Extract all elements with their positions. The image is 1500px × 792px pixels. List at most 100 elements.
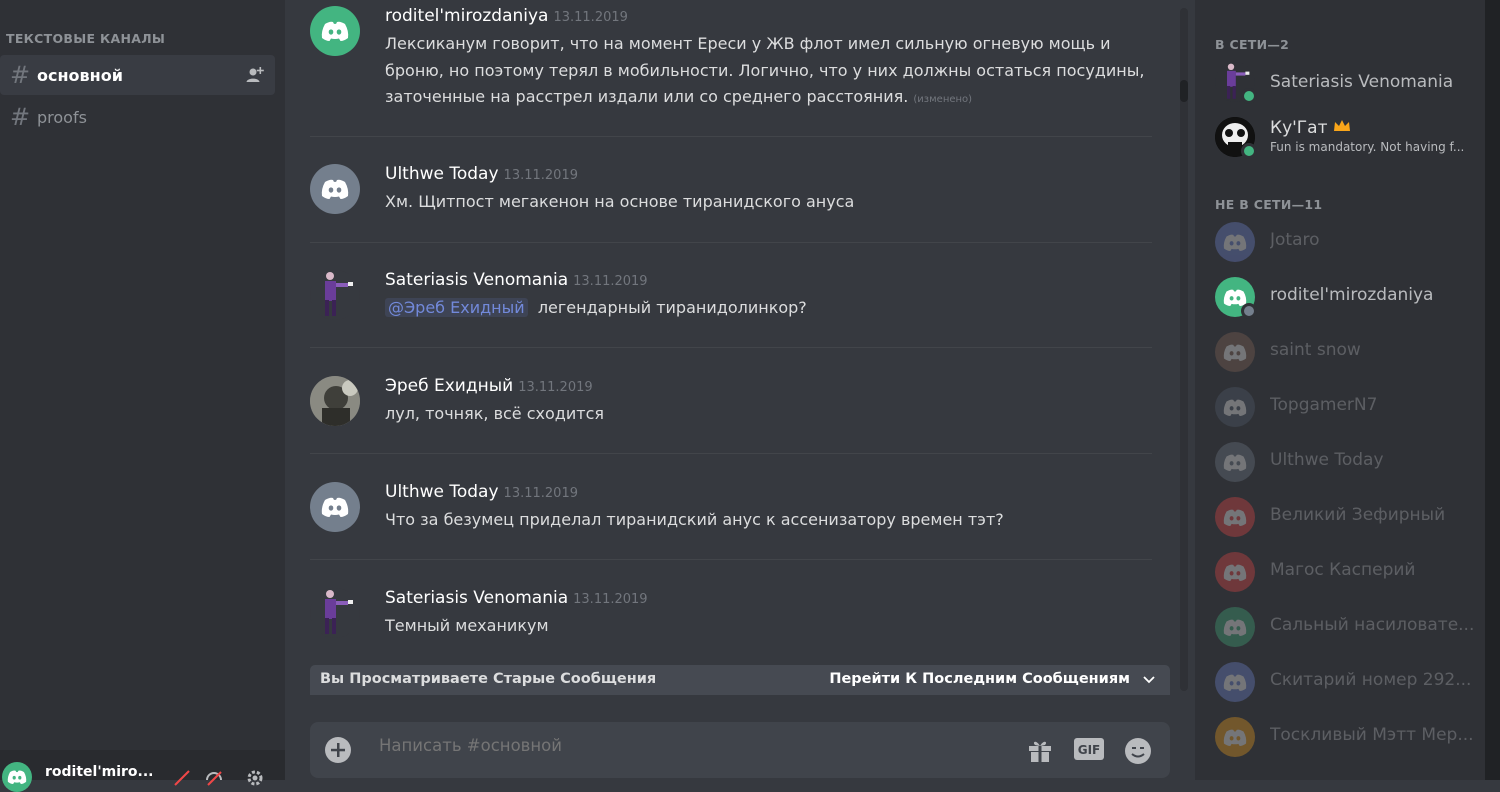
deafen-headphones-icon[interactable] bbox=[204, 768, 224, 788]
message-timestamp: 13.11.2019 bbox=[553, 10, 628, 25]
attach-plus-button[interactable] bbox=[325, 737, 351, 763]
message-divider bbox=[310, 453, 1152, 454]
offline-header: НЕ В СЕТИ—11 bbox=[1215, 197, 1323, 212]
message-text: Что за безумец приделал тиранидский анус… bbox=[385, 510, 1004, 529]
gif-icon[interactable]: GIF bbox=[1074, 738, 1104, 760]
channel-item-main[interactable]: # основной bbox=[0, 55, 275, 95]
crown-icon bbox=[1333, 120, 1350, 131]
user-avatar[interactable] bbox=[310, 376, 360, 426]
message-composer[interactable]: GIF bbox=[310, 722, 1170, 778]
user-name: roditel'miro... bbox=[45, 764, 154, 780]
character-avatar-icon bbox=[325, 590, 353, 634]
member-avatar bbox=[1215, 222, 1255, 262]
message-author[interactable]: Ulthwe Today bbox=[385, 482, 499, 502]
member-name: Ulthwe Today bbox=[1270, 450, 1384, 470]
user-panel: roditel'miro... bbox=[0, 750, 285, 792]
message-text: легендарный тиранидолинкор? bbox=[537, 298, 807, 317]
message-author[interactable]: Ulthwe Today bbox=[385, 164, 499, 184]
message-divider bbox=[310, 559, 1152, 560]
discord-logo-icon bbox=[1223, 454, 1247, 471]
member-name-row: Ку'Гат bbox=[1270, 118, 1351, 138]
member-avatar bbox=[1215, 607, 1255, 647]
message-divider bbox=[310, 242, 1152, 243]
member-item[interactable]: Ку'Гат Fun is mandatory. Not having f... bbox=[1215, 115, 1480, 159]
hash-icon: # bbox=[9, 61, 31, 89]
message-input[interactable] bbox=[379, 736, 979, 755]
photo-avatar-icon bbox=[310, 376, 360, 426]
gift-icon[interactable] bbox=[1026, 737, 1054, 763]
member-name: Скитарий номер 292... bbox=[1270, 670, 1472, 690]
member-list: В СЕТИ—2 Sateriasis Venomania Ку'Гат Fun… bbox=[1195, 0, 1485, 780]
user-avatar[interactable] bbox=[310, 164, 360, 214]
online-status-icon bbox=[1241, 143, 1257, 159]
member-item[interactable]: Тоскливый Мэтт Мер... bbox=[1215, 715, 1480, 759]
user-avatar[interactable] bbox=[2, 762, 32, 792]
channel-name: основной bbox=[37, 65, 123, 85]
jump-to-present-button[interactable]: Перейти К Последним Сообщениям bbox=[829, 671, 1130, 687]
member-name: TopgamerN7 bbox=[1270, 395, 1378, 415]
message-divider bbox=[310, 347, 1152, 348]
discord-logo-icon bbox=[1223, 289, 1247, 306]
channel-name: proofs bbox=[37, 107, 87, 127]
discord-logo-icon bbox=[321, 497, 349, 517]
discord-logo-icon bbox=[321, 21, 349, 41]
member-name: Сальный насиловате... bbox=[1270, 615, 1475, 635]
user-settings-gear-icon[interactable] bbox=[245, 768, 265, 788]
member-item[interactable]: Ulthwe Today bbox=[1215, 440, 1480, 484]
discord-logo-icon bbox=[1223, 509, 1247, 526]
member-item[interactable]: Sateriasis Venomania bbox=[1215, 60, 1480, 104]
member-item[interactable]: Jotaro bbox=[1215, 220, 1480, 264]
add-user-icon[interactable] bbox=[245, 65, 265, 85]
member-item[interactable]: Сальный насиловате... bbox=[1215, 605, 1480, 649]
jump-to-present-bar[interactable]: Вы Просматриваете Старые Сообщения Перей… bbox=[310, 665, 1170, 695]
member-name: Магос Касперий bbox=[1270, 560, 1416, 580]
member-avatar bbox=[1215, 497, 1255, 537]
user-mention[interactable]: @Эреб Ехидный bbox=[385, 298, 528, 317]
message-author[interactable]: Sateriasis Venomania bbox=[385, 588, 568, 608]
online-status-icon bbox=[1241, 88, 1257, 104]
message-timestamp: 13.11.2019 bbox=[573, 592, 648, 607]
edited-label: (изменено) bbox=[913, 94, 973, 105]
message-text: Хм. Щитпост мегакенон на основе тиранидс… bbox=[385, 192, 855, 211]
message-timestamp: 13.11.2019 bbox=[573, 274, 648, 289]
discord-logo-icon bbox=[1223, 564, 1247, 581]
member-item[interactable]: Великий Зефирный bbox=[1215, 495, 1480, 539]
discord-logo-icon bbox=[1223, 234, 1247, 251]
viewing-older-messages-label: Вы Просматриваете Старые Сообщения bbox=[320, 671, 657, 687]
mute-microphone-icon[interactable] bbox=[172, 768, 192, 788]
member-name: saint snow bbox=[1270, 340, 1361, 360]
message-text: Лексиканум говорит, что на момент Ереси … bbox=[385, 34, 1145, 106]
user-avatar[interactable] bbox=[310, 482, 360, 532]
member-item[interactable]: TopgamerN7 bbox=[1215, 385, 1480, 429]
member-name: roditel'mirozdaniya bbox=[1270, 285, 1434, 305]
window-edge bbox=[1485, 0, 1500, 780]
channel-sidebar: ТЕКСТОВЫЕ КАНАЛЫ # основной # proofs rod… bbox=[0, 0, 285, 792]
plus-icon bbox=[331, 743, 345, 757]
user-avatar[interactable] bbox=[310, 588, 360, 638]
member-item[interactable]: roditel'mirozdaniya bbox=[1215, 275, 1480, 319]
category-text-channels[interactable]: ТЕКСТОВЫЕ КАНАЛЫ bbox=[6, 31, 165, 46]
channel-item-proofs[interactable]: # proofs bbox=[0, 97, 275, 137]
user-avatar[interactable] bbox=[310, 6, 360, 56]
member-item[interactable]: saint snow bbox=[1215, 330, 1480, 374]
online-header: В СЕТИ—2 bbox=[1215, 37, 1290, 52]
chat-scrollbar-thumb[interactable] bbox=[1180, 80, 1188, 102]
member-name: Sateriasis Venomania bbox=[1270, 72, 1454, 92]
user-avatar[interactable] bbox=[310, 270, 360, 320]
message-timestamp: 13.11.2019 bbox=[503, 168, 578, 183]
discord-logo-icon bbox=[1223, 619, 1247, 636]
chat-scrollbar-track[interactable] bbox=[1180, 8, 1188, 691]
message-author[interactable]: Эреб Ехидный bbox=[385, 376, 513, 396]
member-name: Ку'Гат bbox=[1270, 118, 1328, 138]
member-activity: Fun is mandatory. Not having f... bbox=[1270, 140, 1465, 154]
member-avatar bbox=[1215, 662, 1255, 702]
member-item[interactable]: Скитарий номер 292... bbox=[1215, 660, 1480, 704]
message-author[interactable]: roditel'mirozdaniya bbox=[385, 6, 548, 26]
discord-logo-icon bbox=[1223, 674, 1247, 691]
chat-area: roditel'mirozdaniya 13.11.2019 Лексиканум… bbox=[285, 0, 1195, 780]
emoji-icon[interactable] bbox=[1124, 737, 1152, 765]
member-item[interactable]: Магос Касперий bbox=[1215, 550, 1480, 594]
message-author[interactable]: Sateriasis Venomania bbox=[385, 270, 568, 290]
chevron-down-icon[interactable] bbox=[1142, 672, 1156, 686]
message-timestamp: 13.11.2019 bbox=[518, 380, 593, 395]
